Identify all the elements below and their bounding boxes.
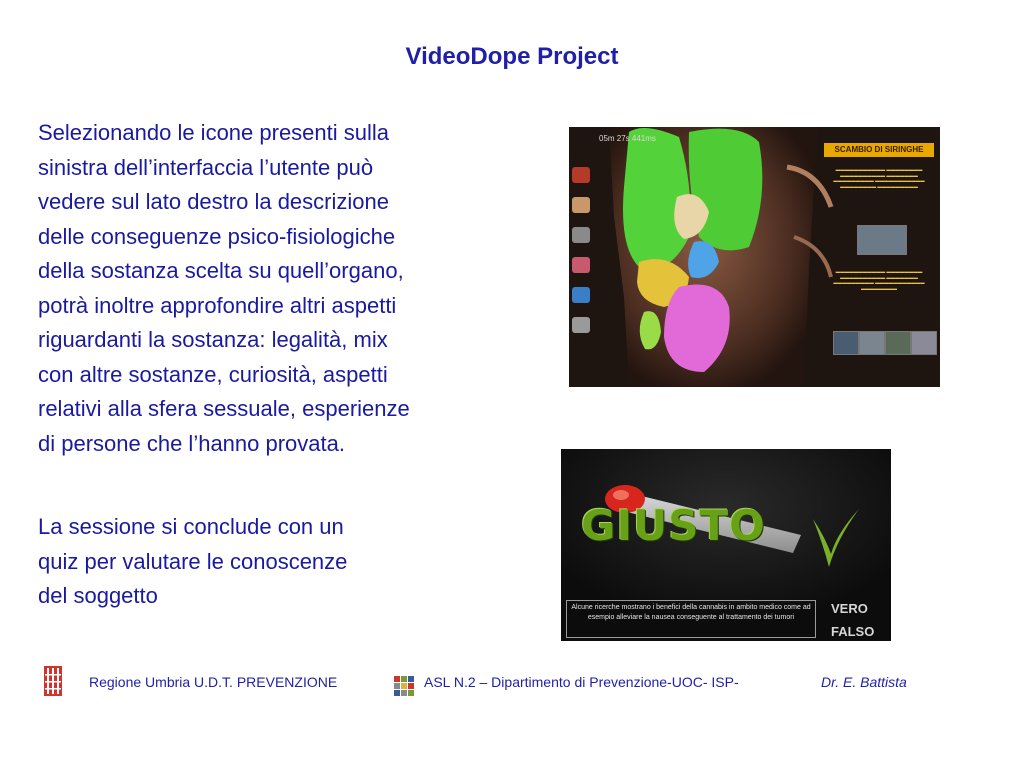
- description-paragraph: Selezionando le icone presenti sulla sin…: [38, 120, 410, 456]
- topic-banner: SCAMBIO DI SIRINGHE: [824, 143, 934, 157]
- lungs-icon: [572, 227, 590, 243]
- brain-icon: [572, 287, 590, 303]
- kidney-icon: [572, 257, 590, 273]
- regione-umbria-logo: [44, 666, 62, 696]
- false-option[interactable]: FALSO: [831, 624, 874, 639]
- stomach-icon: [572, 317, 590, 333]
- photo-thumbnail: [859, 331, 885, 355]
- description-text-block: ▬▬▬▬▬▬▬▬▬▬▬ ▬▬▬▬▬▬▬▬ ▬▬▬▬▬▬▬▬▬▬ ▬▬▬▬▬▬▬ …: [833, 269, 925, 291]
- liver-icon: [572, 197, 590, 213]
- answer-feedback: GIUSTO: [581, 501, 766, 550]
- asl-logo: [394, 676, 414, 696]
- footer-author: Dr. E. Battista: [821, 674, 907, 690]
- conclusion-paragraph: La sessione si conclude con un quiz per …: [38, 514, 348, 608]
- organ-icon-list: [572, 167, 592, 347]
- photo-thumbnail: [857, 225, 907, 255]
- footer: Regione Umbria U.D.T. PREVENZIONE ASL N.…: [44, 666, 1004, 698]
- heart-icon: [572, 167, 590, 183]
- quiz-screenshot: GIUSTO Alcune ricerche mostrano i benefi…: [561, 449, 891, 641]
- interface-screenshot: 05m 27s 441ms SCAMBIO DI SIRINGHE ▬▬▬▬▬▬…: [569, 127, 940, 387]
- photo-thumbnail: [833, 331, 859, 355]
- description-text-block: ▬▬▬▬▬▬▬▬▬▬▬ ▬▬▬▬▬▬▬▬ ▬▬▬▬▬▬▬▬▬▬ ▬▬▬▬▬▬▬ …: [833, 167, 925, 189]
- slide-title: VideoDope Project: [405, 43, 619, 70]
- quiz-info-text: Alcune ricerche mostrano i benefici dell…: [566, 600, 816, 638]
- footer-department: ASL N.2 – Dipartimento di Prevenzione-UO…: [424, 674, 739, 690]
- footer-organization: Regione Umbria U.D.T. PREVENZIONE: [89, 674, 338, 690]
- true-option[interactable]: VERO: [831, 601, 868, 616]
- photo-thumbnail: [885, 331, 911, 355]
- photo-thumbnail: [911, 331, 937, 355]
- elapsed-timer: 05m 27s 441ms: [599, 134, 656, 143]
